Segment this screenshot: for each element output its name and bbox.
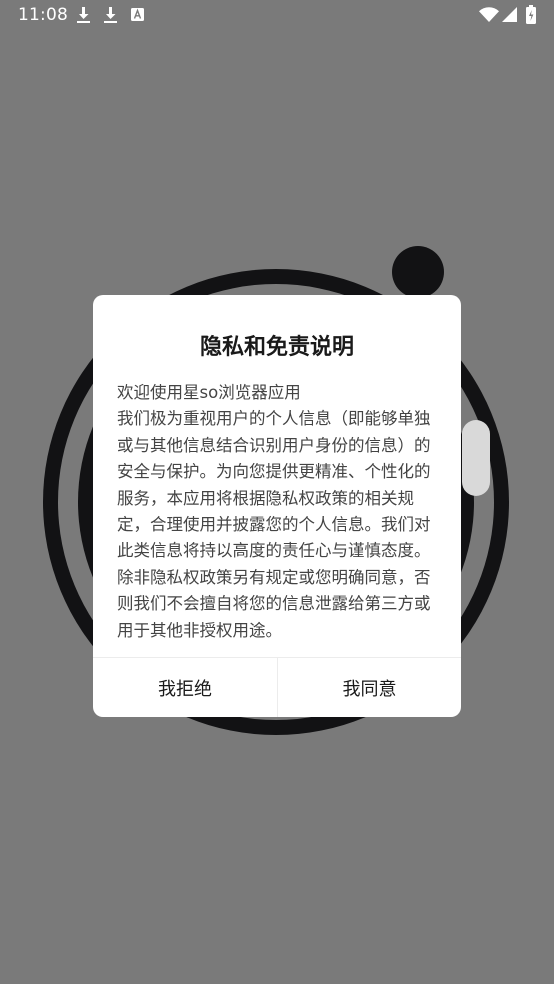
download-icon bbox=[104, 7, 117, 23]
agree-button[interactable]: 我同意 bbox=[278, 658, 461, 717]
status-time: 11:08 bbox=[18, 5, 68, 25]
text-notification-icon bbox=[131, 8, 144, 21]
cellular-signal-icon bbox=[502, 7, 517, 22]
battery-icon bbox=[526, 5, 536, 24]
reject-button[interactable]: 我拒绝 bbox=[93, 658, 277, 717]
dialog-body: 欢迎使用星so浏览器应用 我们极为重视用户的个人信息（即能够单独或与其他信息结合… bbox=[117, 380, 439, 644]
wifi-icon bbox=[479, 7, 499, 22]
privacy-dialog: 隐私和免责说明 欢迎使用星so浏览器应用 我们极为重视用户的个人信息（即能够单独… bbox=[93, 295, 461, 717]
dialog-intro: 欢迎使用星so浏览器应用 bbox=[117, 383, 301, 402]
dialog-policy-text: 我们极为重视用户的个人信息（即能够单独或与其他信息结合识别用户身份的信息）的安全… bbox=[117, 409, 431, 640]
download-icon bbox=[77, 7, 90, 23]
dialog-title: 隐私和免责说明 bbox=[199, 335, 354, 360]
status-bar: 11:08 bbox=[0, 0, 554, 30]
